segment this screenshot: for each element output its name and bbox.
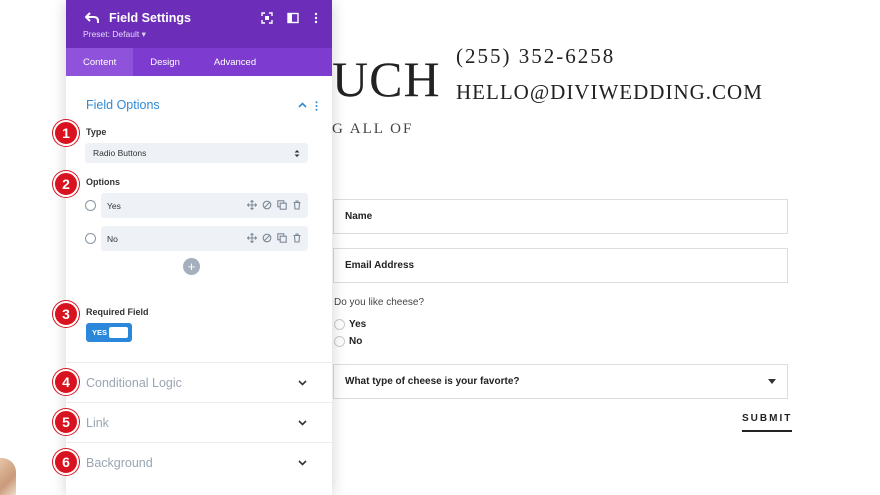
step-marker-1: 1 [53,120,79,146]
step-marker-6: 6 [53,449,79,475]
radio-option-no[interactable]: No [334,336,362,347]
submit-button[interactable]: SUBMIT [742,413,793,432]
cheese-question: Do you like cheese? [334,297,425,308]
type-select[interactable]: Radio Buttons [85,143,308,163]
radio-label: No [349,336,363,347]
section-title: Conditional Logic [86,376,182,390]
option-row: Yes [85,193,308,218]
option-row: No [85,226,308,251]
section-title: Link [86,416,109,430]
radio-circle[interactable] [334,336,345,347]
kebab-menu-icon[interactable] [310,12,322,24]
step-marker-5: 5 [53,409,79,435]
option-radio[interactable] [85,233,96,244]
split-view-icon[interactable] [287,12,299,24]
section-conditional-logic[interactable]: Conditional Logic [66,362,332,402]
contact-phone: (255) 352-6258 [456,44,616,68]
section-kebab-icon[interactable] [315,101,318,111]
option-label: No [107,233,118,244]
contact-email: HELLO@DIVIWEDDING.COM [456,80,763,104]
toggle-knob [109,327,128,338]
email-field-placeholder: Email Address [345,260,415,271]
tab-content[interactable]: Content [66,48,134,76]
option-label: Yes [107,200,121,211]
radio-label: Yes [349,319,367,330]
preset-dropdown[interactable]: Preset: Default ▾ [83,29,146,40]
trash-icon[interactable] [292,200,302,210]
name-field[interactable]: Name [333,199,788,234]
email-field[interactable]: Email Address [333,248,788,283]
panel-title: Field Settings [109,11,191,25]
option-input[interactable]: Yes [101,193,308,218]
add-option-button[interactable]: + [183,258,200,275]
type-select-value: Radio Buttons [93,148,147,158]
step-marker-2: 2 [53,171,79,197]
panel-header: Field Settings Preset: Default ▾ [66,0,332,48]
required-field-toggle[interactable]: YES [86,323,132,342]
cheese-select-label: What type of cheese is your favorte? [345,376,520,387]
radio-circle[interactable] [334,319,345,330]
option-actions [247,200,302,210]
chevron-down-icon [298,420,307,426]
step-marker-3: 3 [53,301,79,327]
page-subheading: G ALL OF [332,121,414,137]
disable-icon[interactable] [262,200,272,210]
trash-icon[interactable] [292,233,302,243]
option-actions [247,233,302,243]
select-arrows-icon [294,149,300,157]
page-heading: UCH [332,51,441,107]
field-settings-panel: Field Settings Preset: Default ▾ Content… [66,0,332,495]
move-icon[interactable] [247,233,257,243]
chevron-down-icon [298,380,307,386]
section-title: Background [86,456,153,470]
expand-icon[interactable] [261,12,273,24]
undo-arrow-icon[interactable] [84,10,100,26]
section-title-field-options[interactable]: Field Options [86,98,160,112]
caret-down-icon [768,379,776,384]
chevron-down-icon [298,460,307,466]
duplicate-icon[interactable] [277,233,287,243]
disable-icon[interactable] [262,233,272,243]
type-label: Type [86,127,107,137]
decorative-image [0,458,16,495]
panel-body: Field Options Type Radio Buttons Options… [66,76,332,495]
chevron-up-icon[interactable] [298,102,307,108]
option-input[interactable]: No [101,226,308,251]
duplicate-icon[interactable] [277,200,287,210]
cheese-select[interactable]: What type of cheese is your favorte? [333,364,788,399]
tab-advanced[interactable]: Advanced [197,48,273,76]
radio-option-yes[interactable]: Yes [334,319,366,330]
section-background[interactable]: Background [66,442,332,482]
move-icon[interactable] [247,200,257,210]
option-radio[interactable] [85,200,96,211]
step-marker-4: 4 [53,369,79,395]
tab-design[interactable]: Design [133,48,197,76]
required-field-label: Required Field [86,307,149,317]
options-label: Options [86,177,120,187]
section-link[interactable]: Link [66,402,332,442]
name-field-placeholder: Name [345,211,373,222]
toggle-state-label: YES [92,328,108,337]
panel-tabs: Content Design Advanced [66,48,332,76]
